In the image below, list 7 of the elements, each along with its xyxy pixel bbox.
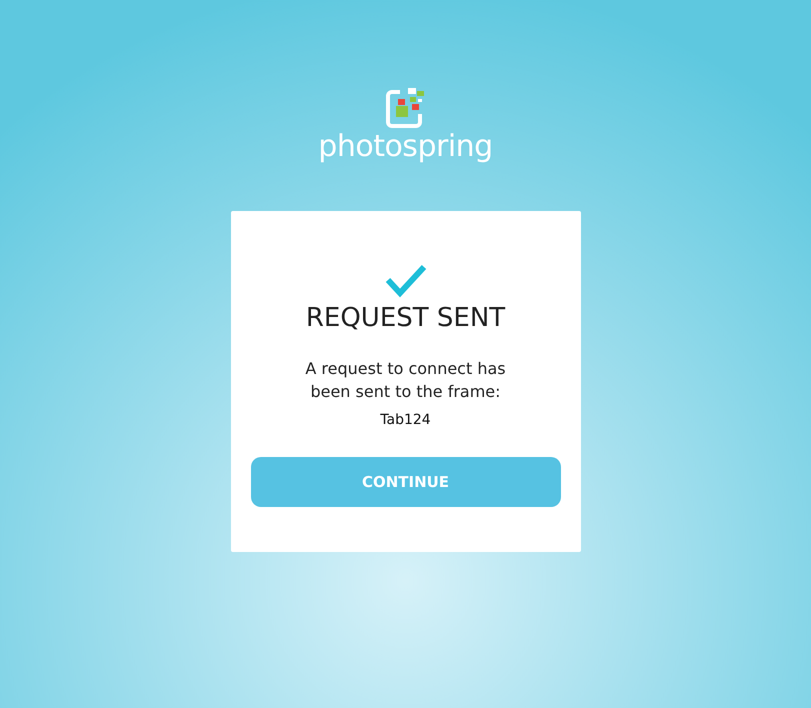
- frame-name: Tab124: [380, 412, 431, 428]
- checkmark-icon: [384, 264, 426, 298]
- dialog-message: A request to connect has been sent to the frame:: [304, 358, 507, 403]
- logo-wordmark: photospring: [318, 130, 493, 164]
- continue-button[interactable]: CONTINUE: [250, 457, 560, 507]
- logo-icon: [386, 88, 426, 130]
- dialog-title: REQUEST SENT: [306, 302, 506, 334]
